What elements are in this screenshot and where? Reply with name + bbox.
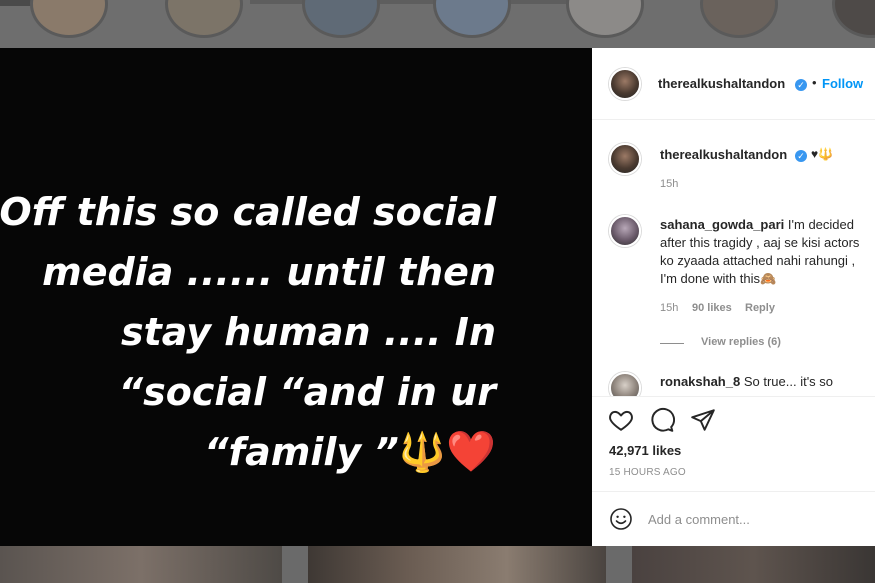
comment-username[interactable]: ronakshah_8 bbox=[660, 374, 740, 389]
post-text-line-last: “family ”🔱❤️ bbox=[0, 422, 496, 482]
post-actions: 42,971 likes 15 HOURS AGO bbox=[592, 396, 875, 491]
comments-list[interactable]: therealkushaltandon ✓ ♥🔱 15h sahana_gowd… bbox=[592, 121, 875, 396]
comment-time: 15h bbox=[660, 302, 679, 314]
comment-likes[interactable]: 90 likes bbox=[692, 302, 732, 314]
trident-emoji-icon: 🔱 bbox=[398, 430, 447, 474]
reply-button[interactable]: Reply bbox=[745, 302, 775, 314]
comment-text: sahana_gowda_pari I'm decided after this… bbox=[660, 216, 872, 288]
avatar[interactable] bbox=[609, 143, 641, 175]
post-text-line: Off this so called social bbox=[0, 190, 496, 234]
follow-button[interactable]: Follow bbox=[822, 76, 863, 91]
comment-text: ronakshah_8 So true... it's so bbox=[660, 373, 872, 391]
comment-username[interactable]: sahana_gowda_pari bbox=[660, 217, 784, 232]
caption-username[interactable]: therealkushaltandon bbox=[660, 147, 787, 162]
grid-thumbnail[interactable] bbox=[632, 546, 875, 583]
verified-badge-icon: ✓ bbox=[795, 79, 807, 91]
caption-time: 15h bbox=[660, 178, 679, 190]
story-thumbnail[interactable] bbox=[302, 0, 380, 38]
post-text-line: media ...... until then bbox=[42, 250, 496, 294]
post-text-line: stay human .... In bbox=[120, 310, 496, 354]
caption-text: ♥🔱 bbox=[811, 147, 834, 161]
story-thumbnail[interactable] bbox=[700, 0, 778, 38]
reply-divider bbox=[660, 343, 684, 344]
comment-body: So true... it's so bbox=[743, 374, 834, 389]
story-thumbnail[interactable] bbox=[566, 0, 644, 38]
like-heart-icon[interactable] bbox=[608, 407, 634, 433]
share-send-icon[interactable] bbox=[690, 407, 716, 433]
avatar[interactable] bbox=[609, 68, 641, 100]
story-thumbnail[interactable] bbox=[30, 0, 108, 38]
avatar[interactable] bbox=[609, 372, 641, 396]
search-bar-remnant bbox=[250, 0, 570, 4]
grid-thumbnail[interactable] bbox=[308, 546, 606, 583]
post-quote-text: Off this so called social media ...... u… bbox=[0, 182, 496, 482]
post-timestamp: 15 HOURS AGO bbox=[609, 467, 686, 478]
stories-strip bbox=[0, 0, 875, 48]
view-replies-button[interactable]: View replies (6) bbox=[701, 336, 781, 348]
story-thumbnail[interactable] bbox=[165, 0, 243, 38]
add-comment-bar bbox=[592, 491, 875, 546]
story-thumbnail[interactable] bbox=[832, 0, 875, 38]
post-text-line: “family ” bbox=[204, 430, 399, 474]
post-side-panel: therealkushaltandon ✓ • Follow therealku… bbox=[592, 48, 875, 546]
avatar[interactable] bbox=[609, 215, 641, 247]
post-image[interactable]: Off this so called social media ...... u… bbox=[0, 48, 592, 546]
grid-thumbnail[interactable] bbox=[0, 546, 282, 583]
add-comment-input[interactable] bbox=[648, 508, 848, 530]
post-header: therealkushaltandon ✓ • Follow bbox=[592, 48, 875, 120]
story-thumbnail[interactable] bbox=[433, 0, 511, 38]
verified-badge-icon: ✓ bbox=[795, 150, 807, 162]
comment-bubble-icon[interactable] bbox=[649, 407, 675, 433]
emoji-smiley-icon[interactable] bbox=[609, 507, 633, 531]
header-username[interactable]: therealkushaltandon bbox=[658, 76, 785, 91]
heart-emoji-icon: ❤️ bbox=[446, 429, 496, 475]
background-post-grid bbox=[0, 546, 875, 583]
post-text-line: “social “and in ur bbox=[118, 370, 496, 414]
likes-count[interactable]: 42,971 likes bbox=[609, 443, 681, 458]
header-separator: • bbox=[812, 75, 817, 90]
